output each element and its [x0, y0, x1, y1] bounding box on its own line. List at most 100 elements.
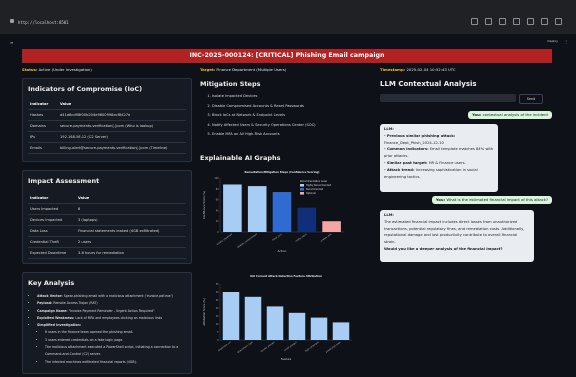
table-cell: IPs — [28, 131, 58, 143]
table-row: Hashes d41d8cd98f00b204e9800998ecf8427e — [28, 109, 186, 121]
x-tick-label: isolate_impacted — [216, 233, 233, 246]
table-cell: 192.168.56.12 (C2 Server) — [58, 131, 186, 143]
bar — [244, 296, 262, 340]
table-cell: 3 (laptops) — [76, 214, 186, 226]
table-row: Credential Theft 2 users — [28, 236, 186, 248]
legend-label: Highly Recommended — [306, 184, 332, 187]
info-icon[interactable] — [10, 19, 14, 23]
mitigation-steps: Isolate Impacted Devices Disable Comprom… — [200, 92, 370, 140]
column-header: Indicator — [28, 99, 58, 110]
star-icon[interactable] — [499, 18, 506, 25]
table-row: Domains secure-payments-verification[.]c… — [28, 120, 186, 132]
impact-card: Impact Assessment Indicator Value Users … — [22, 170, 192, 264]
mitigation-section: Mitigation Steps Isolate Impacted Device… — [200, 78, 370, 140]
bar — [223, 184, 242, 232]
profile-icon[interactable] — [541, 18, 548, 25]
legend-swatch — [300, 192, 304, 195]
ioc-card: Indicators of Compromise (IoC) Indicator… — [22, 78, 192, 162]
bar — [288, 312, 306, 340]
list-item: Payload: Remote Access Trojan (RAT) — [37, 300, 187, 307]
y-tick-label: 5 — [217, 331, 219, 334]
table-row: Devices Impacted 3 (laptops) — [28, 214, 186, 226]
x-tick-label: enable_mfa — [320, 232, 333, 242]
list-item: Attack Vector: Spear-phishing email with… — [37, 293, 187, 300]
column-header: Value — [76, 193, 186, 204]
table-cell[interactable]: billing-alert@secure-payments-verificati… — [58, 142, 186, 154]
ioc-title: Indicators of Compromise (IoC) — [28, 85, 143, 93]
list-item: 3 users entered credentials on a fake lo… — [45, 337, 187, 344]
bar — [222, 292, 240, 340]
tab-search-icon[interactable] — [527, 18, 534, 25]
table-cell: Expected Downtime — [28, 247, 76, 259]
chart-title: Remediation/Mitigation Steps (Confidence… — [244, 170, 319, 174]
llm-message: LLM: - Previous similar phishing attack:… — [380, 124, 498, 192]
x-tick-label: block_iocs — [272, 232, 284, 241]
bar — [247, 186, 267, 232]
y-tick-label: 30 — [216, 291, 219, 294]
extensions-icon[interactable] — [513, 18, 520, 25]
column-header: Value — [58, 99, 186, 110]
key-icon[interactable] — [471, 18, 478, 25]
table-cell[interactable]: secure-payments-verification[.]com (Who … — [58, 120, 186, 132]
table-cell: Emails — [28, 142, 58, 154]
table-cell: Hashes — [28, 109, 58, 121]
bar — [297, 207, 317, 232]
y-tick-label: 20 — [216, 220, 219, 223]
legend-title: Recommendation Level — [300, 180, 327, 183]
ioc-table: Indicator Value Hashes d41d8cd98f00b204e… — [28, 99, 186, 154]
list-item: Isolate Impacted Devices — [212, 92, 370, 102]
list-item: Enable MFA on All High-Risk Accounts — [212, 130, 370, 140]
app-menu-icon[interactable]: ⋮ — [564, 39, 568, 44]
table-row: IPs 192.168.56.12 (C2 Server) — [28, 131, 186, 143]
browser-toolbar: http://localhost:8501 — [0, 0, 576, 34]
x-tick-label: suspicious_url — [217, 341, 232, 352]
y-tick-label: 10 — [216, 323, 219, 326]
bar — [266, 306, 284, 340]
browser-actions — [471, 18, 562, 25]
list-item: The malicious attachment executed a Powe… — [45, 344, 187, 359]
address-bar[interactable]: http://localhost:8501 — [18, 20, 69, 25]
column-header: Indicator — [28, 193, 76, 204]
legend-swatch — [300, 188, 304, 191]
x-tick-label: attachment_type — [237, 340, 255, 354]
explainable-ai-title: Explainable AI Graphs — [200, 154, 281, 162]
y-tick-label: 60 — [216, 199, 219, 202]
table-header-row: Indicator Value — [28, 193, 186, 204]
x-tick-label: disable_compromised — [237, 233, 259, 249]
legend-label: Optional — [306, 192, 316, 195]
chat-input[interactable] — [380, 94, 516, 102]
app-header: ≡ Deploy ⋮ — [0, 34, 576, 46]
sidebar-toggle-icon[interactable]: ≡ — [10, 40, 13, 45]
incident-banner: INC-2025-000124: [CRITICAL] Phishing Ema… — [22, 49, 552, 63]
sub-list: 6 users in the finance team opened the p… — [37, 329, 187, 365]
bar — [322, 221, 341, 232]
incident-timestamp: Timestamp: 2025-02-04 10:52:43 UTC — [380, 67, 456, 72]
impact-title: Impact Assessment — [28, 177, 100, 185]
x-tick-label: powershell_exec — [325, 340, 342, 353]
table-row: Emails billing-alert@secure-payments-ver… — [28, 142, 186, 154]
key-analysis-body: Attack Vector: Spear-phishing email with… — [27, 293, 187, 366]
incident-target: Target: Finance Department (Multiple Use… — [200, 67, 287, 72]
table-cell: Users Impacted — [28, 203, 76, 215]
bar — [310, 317, 328, 340]
y-tick-label: 100 — [214, 177, 219, 180]
send-button[interactable]: Send — [519, 94, 543, 104]
list-item: Campaign Name: "Invoice Payment Reminder… — [37, 308, 187, 315]
browser-menu-icon[interactable] — [555, 18, 562, 25]
deploy-button[interactable]: Deploy — [547, 39, 558, 43]
x-axis-label: Feature — [281, 357, 292, 361]
table-cell: Credential Theft — [28, 236, 76, 248]
table-cell: Devices Impacted — [28, 214, 76, 226]
x-tick-label: login_attempts — [304, 340, 320, 352]
y-tick-label: 0 — [217, 231, 219, 234]
list-item: The infected machines exfiltrated financ… — [45, 359, 187, 366]
bar — [272, 192, 292, 232]
llm-title: LLM Contextual Analysis — [380, 80, 477, 88]
y-tick-label: 35 — [216, 283, 219, 286]
legend-swatch — [300, 184, 304, 187]
table-row: Data Loss Financial statements leaked (4… — [28, 225, 186, 237]
list-item: 6 users in the finance team opened the p… — [45, 329, 187, 336]
table-cell: 3-6 hours for remediation — [76, 247, 186, 259]
y-tick-label: 20 — [216, 307, 219, 310]
translate-icon[interactable] — [485, 18, 492, 25]
